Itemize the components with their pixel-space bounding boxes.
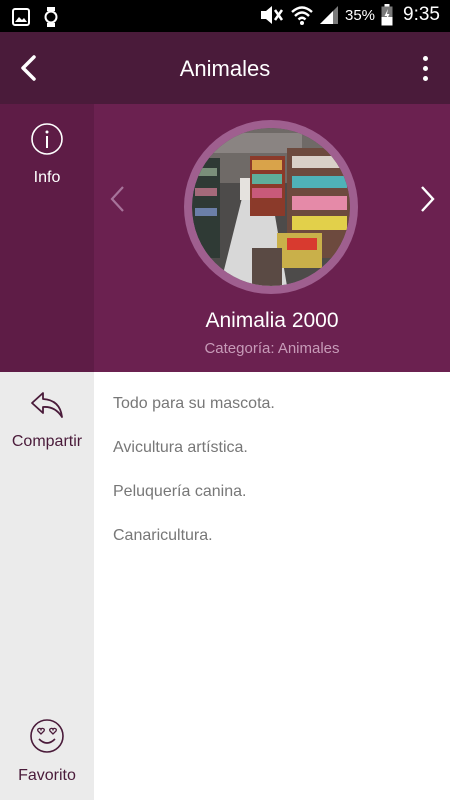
business-photo bbox=[184, 120, 358, 294]
business-header: Info Animalia 2000 Categoría: Animales bbox=[0, 104, 450, 372]
watch-icon bbox=[44, 7, 58, 27]
page-title: Animales bbox=[179, 56, 271, 81]
info-icon bbox=[31, 123, 63, 155]
heart-eyes-smiley-icon bbox=[30, 719, 64, 753]
image-icon bbox=[12, 8, 30, 26]
clock: 9:35 bbox=[403, 4, 440, 25]
more-vertical-icon-dot bbox=[422, 75, 428, 81]
share-reply-icon bbox=[31, 392, 63, 418]
status-bar: 35% 9:35 bbox=[0, 0, 450, 32]
signal-icon bbox=[319, 6, 338, 24]
favorite-label: Favorito bbox=[18, 767, 76, 784]
next-photo-arrow-icon[interactable] bbox=[412, 184, 442, 214]
description-line: Avicultura artística. bbox=[113, 439, 248, 456]
description-line: Peluquería canina. bbox=[113, 483, 247, 500]
info-button[interactable]: Info bbox=[0, 122, 94, 202]
more-vertical-icon-dot bbox=[422, 65, 428, 71]
share-button[interactable]: Compartir bbox=[0, 390, 94, 451]
shop-interior-photo bbox=[192, 128, 350, 286]
hero-side-panel: Info bbox=[0, 104, 94, 372]
status-notification-icons bbox=[12, 7, 58, 27]
more-vertical-icon bbox=[422, 55, 428, 61]
info-label: Info bbox=[33, 169, 61, 186]
description-line: Todo para su mascota. bbox=[113, 395, 275, 412]
battery-percent: 35% bbox=[344, 6, 376, 24]
business-name: Animalia 2000 bbox=[205, 309, 339, 332]
previous-photo-arrow-icon[interactable] bbox=[103, 184, 133, 214]
overflow-menu-button[interactable] bbox=[410, 48, 440, 88]
business-category: Categoría: Animales bbox=[204, 340, 340, 357]
description-panel: Todo para su mascota. Avicultura artísti… bbox=[94, 372, 450, 800]
favorite-button[interactable]: Favorito bbox=[0, 718, 94, 785]
status-system-icons: 35% 9:35 bbox=[259, 4, 440, 26]
share-label: Compartir bbox=[11, 433, 83, 450]
description-line: Canaricultura. bbox=[113, 527, 213, 544]
battery-icon bbox=[381, 4, 393, 26]
app-bar: Animales bbox=[0, 32, 450, 104]
mute-icon bbox=[260, 6, 284, 24]
wifi-icon bbox=[291, 6, 313, 25]
action-rail: Compartir Favorito bbox=[0, 372, 94, 800]
